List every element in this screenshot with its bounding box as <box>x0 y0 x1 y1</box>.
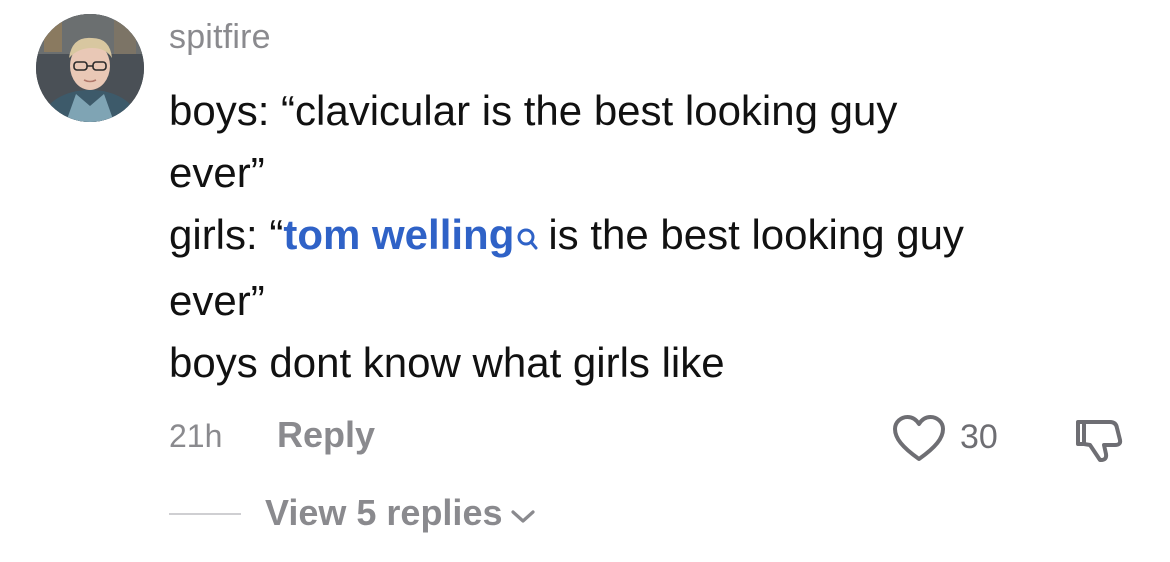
comment-text: is the best looking guy <box>548 211 964 258</box>
view-replies-button[interactable]: View 5 replies <box>265 492 536 534</box>
comment-line-with-mention: girls: “tom welling is the best looking g… <box>169 204 1129 270</box>
avatar[interactable] <box>36 14 144 122</box>
replies-divider <box>169 513 241 515</box>
search-mention-link[interactable]: tom welling <box>283 211 514 258</box>
comment-body: boys: “clavicular is the best looking gu… <box>169 80 1129 394</box>
thumbs-down-icon[interactable] <box>1070 412 1126 468</box>
comment-line: ever” <box>169 149 265 196</box>
comment-line: boys: “clavicular is the best looking gu… <box>169 87 898 134</box>
comment-line: ever” <box>169 277 265 324</box>
like-count: 30 <box>960 418 998 456</box>
comment-text: girls: “ <box>169 211 284 258</box>
heart-icon[interactable] <box>892 414 946 464</box>
username[interactable]: spitfire <box>169 18 271 57</box>
timestamp: 21h <box>169 418 223 454</box>
search-icon[interactable] <box>516 208 538 270</box>
chevron-down-icon <box>510 492 536 534</box>
comment-line: boys dont know what girls like <box>169 339 725 386</box>
reply-button[interactable]: Reply <box>277 414 375 456</box>
comment: spitfire boys: “clavicular is the best l… <box>0 0 1170 562</box>
view-replies-label: View 5 replies <box>265 492 503 533</box>
